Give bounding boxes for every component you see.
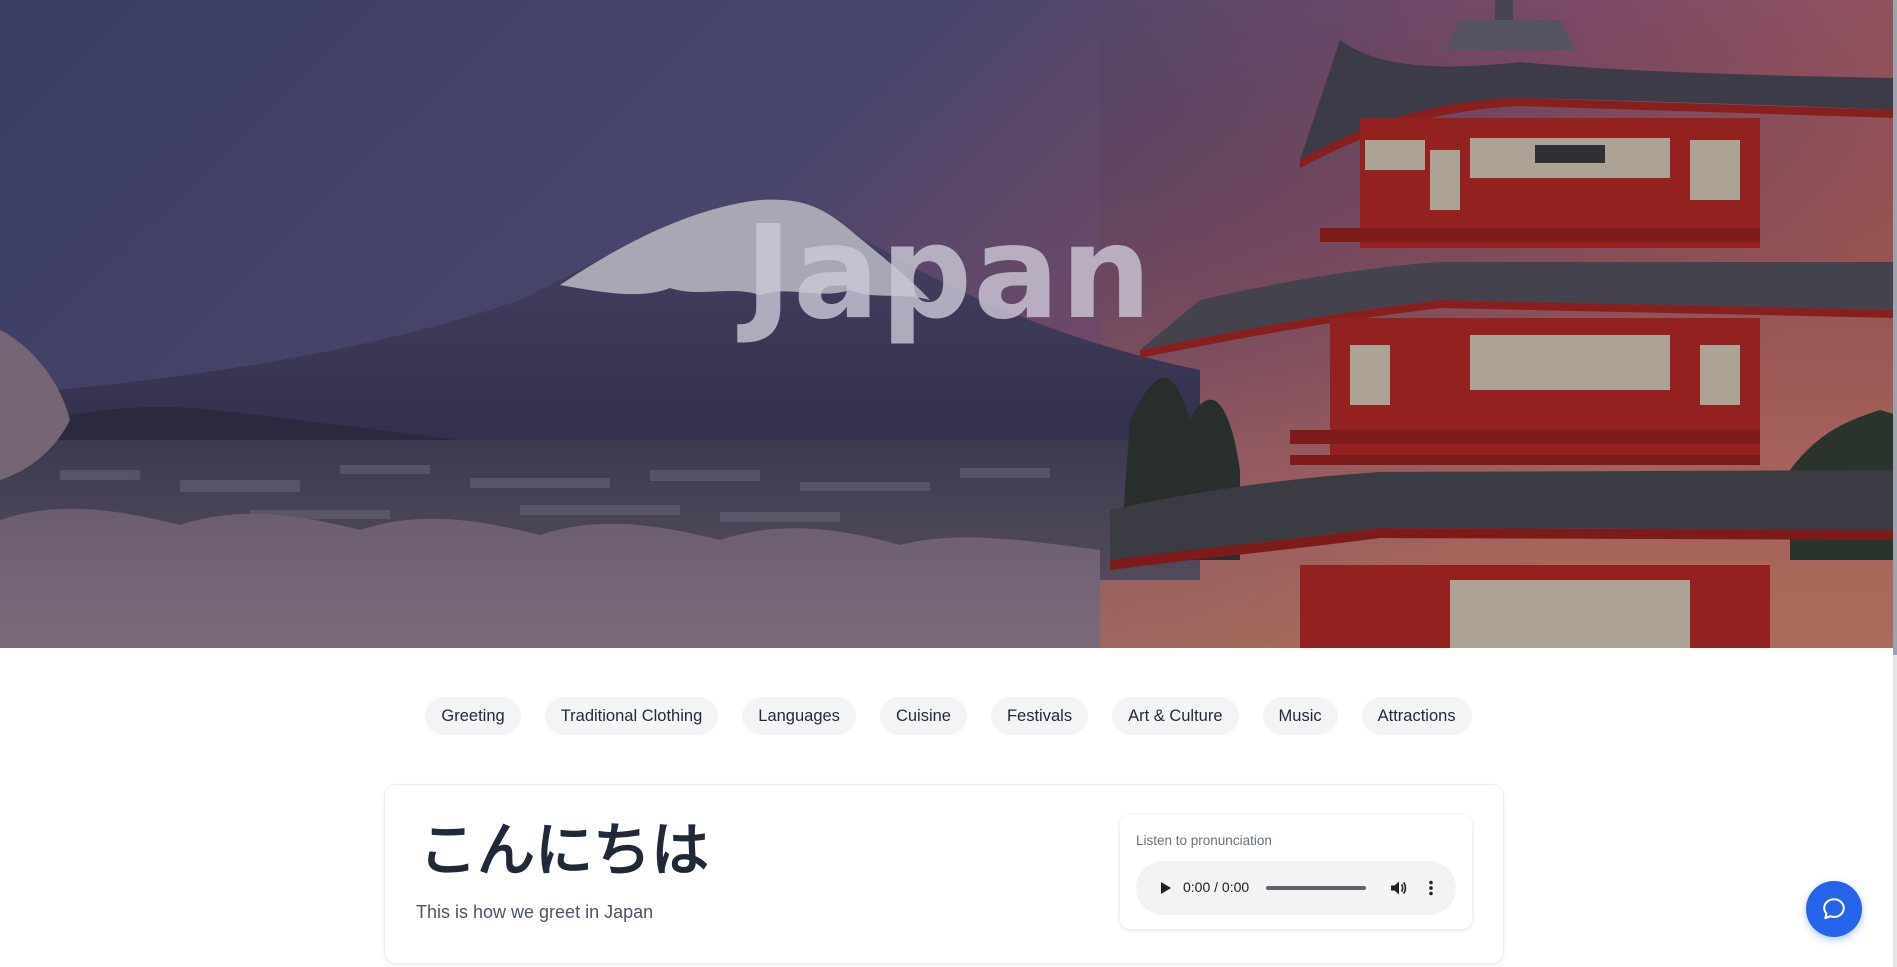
tab-festivals[interactable]: Festivals <box>990 697 1089 735</box>
volume-icon[interactable] <box>1388 878 1408 898</box>
category-tabs: Greeting Traditional Clothing Languages … <box>0 697 1897 735</box>
tab-art-culture[interactable]: Art & Culture <box>1112 697 1239 735</box>
pronunciation-panel: Listen to pronunciation 0:00 / 0:00 <box>1120 815 1472 929</box>
greeting-caption: This is how we greet in Japan <box>416 902 654 922</box>
audio-time: 0:00 / 0:00 <box>1183 879 1250 895</box>
audio-progress-bar[interactable] <box>1266 886 1366 890</box>
hero-title: Japan <box>744 199 1153 348</box>
tab-languages[interactable]: Languages <box>742 697 856 735</box>
chat-bubble-icon <box>1823 898 1845 920</box>
hero-banner: Japan <box>0 0 1897 648</box>
tab-cuisine[interactable]: Cuisine <box>879 697 967 735</box>
greeting-card: こんにちは This is how we greet in Japan List… <box>384 784 1504 964</box>
play-icon[interactable] <box>1156 879 1174 897</box>
greeting-word: こんにちは <box>419 816 710 884</box>
scrollbar-thumb[interactable] <box>1893 0 1897 655</box>
more-vertical-icon[interactable] <box>1421 878 1441 898</box>
chat-button[interactable] <box>1806 881 1862 937</box>
pronunciation-label: Listen to pronunciation <box>1136 833 1272 848</box>
audio-player: 0:00 / 0:00 <box>1136 861 1456 915</box>
tab-traditional-clothing[interactable]: Traditional Clothing <box>544 697 719 735</box>
tab-greeting[interactable]: Greeting <box>425 697 521 735</box>
tab-music[interactable]: Music <box>1262 697 1338 735</box>
tab-attractions[interactable]: Attractions <box>1361 697 1472 735</box>
